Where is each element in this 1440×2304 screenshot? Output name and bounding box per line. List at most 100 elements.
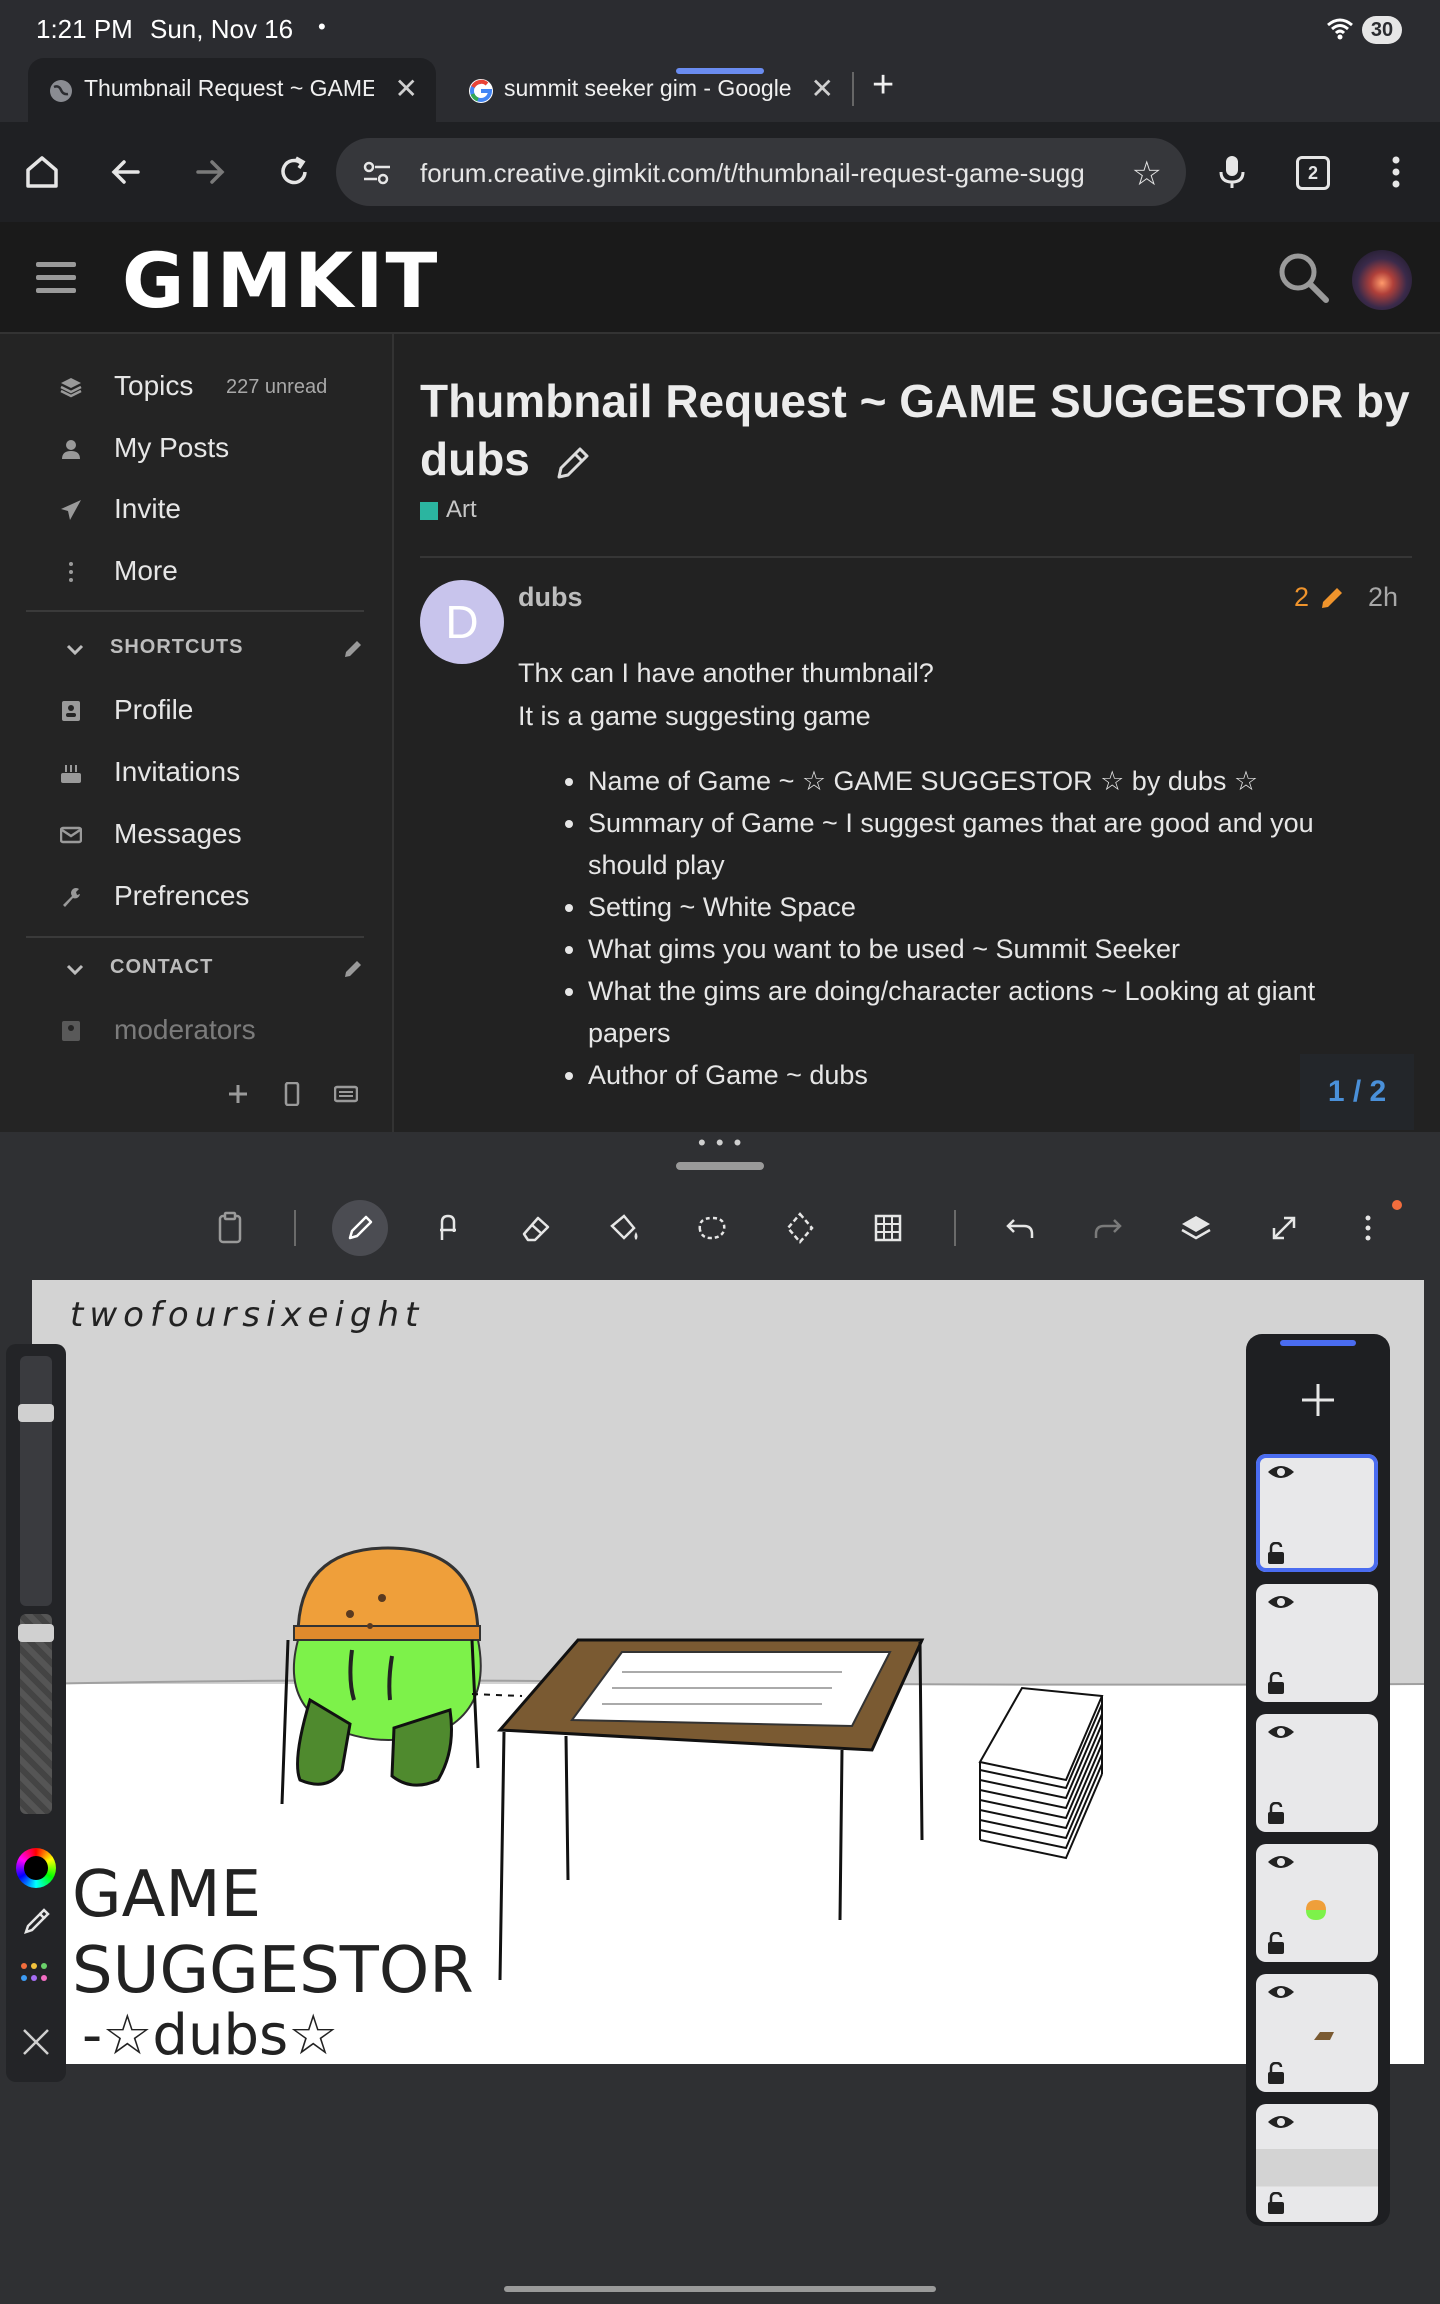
smudge-tool-icon[interactable] [420,1200,476,1256]
gimkit-logo[interactable]: GIMKIT [122,236,439,325]
layer-thumbnail[interactable] [1256,2104,1378,2222]
unlock-icon[interactable] [1266,1932,1286,1954]
sidebar-item-invitations[interactable]: Invitations [60,752,360,792]
post-age[interactable]: 2h [1368,582,1398,613]
tab-count-button[interactable]: 2 [1296,156,1330,190]
brush-tool-icon[interactable] [332,1200,388,1256]
sidebar-item-messages[interactable]: Messages [60,814,360,854]
layer-thumbnail[interactable] [1256,1454,1378,1572]
eye-icon[interactable] [1266,2112,1296,2132]
clipboard-icon[interactable] [202,1200,258,1256]
hamburger-menu-icon[interactable] [34,256,78,300]
sidebar-item-invite[interactable]: Invite [60,489,360,529]
mobile-view-icon[interactable] [280,1082,304,1106]
eyedropper-icon[interactable] [22,1906,52,1936]
sidebar-item-my-posts[interactable]: My Posts [60,428,360,468]
unlock-icon[interactable] [1266,2062,1286,2084]
window-grab-handle[interactable] [676,1162,764,1170]
post-line: It is a game suggesting game [518,701,871,731]
plus-icon[interactable] [226,1082,250,1106]
sidebar-item-moderators[interactable]: moderators [60,1010,360,1050]
opacity-slider[interactable] [18,1614,54,1814]
chevron-down-icon [64,958,86,980]
lasso-select-icon[interactable] [684,1200,740,1256]
layers-panel-icon[interactable] [1168,1200,1224,1256]
unlock-icon[interactable] [1266,1802,1286,1824]
edit-history-pencil-icon[interactable] [1318,584,1346,612]
search-icon[interactable] [1276,250,1330,304]
forum-header: GIMKIT [0,222,1440,334]
layer-thumbnail[interactable] [1256,1714,1378,1832]
site-settings-icon[interactable] [362,160,392,186]
sidebar-item-more[interactable]: More [60,551,360,591]
layer-thumbnail[interactable] [1256,1844,1378,1962]
sidebar-item-topics[interactable]: Topics 227 unread [60,366,360,406]
microphone-icon[interactable] [1210,150,1254,194]
opacity-thumb[interactable] [18,1624,54,1642]
tab-thumbnail-request[interactable]: Thumbnail Request ~ GAME SU ✕ [28,58,436,122]
layer-thumbnail[interactable] [1256,1584,1378,1702]
close-tab-icon[interactable]: ✕ [811,72,834,105]
reload-icon[interactable] [272,150,316,194]
pencil-icon[interactable] [342,638,364,660]
tab-title: Thumbnail Request ~ GAME SU [84,75,374,101]
sidebar-item-preferences[interactable]: Prefrences [60,876,360,916]
edit-title-pencil-icon[interactable] [553,443,593,483]
eye-icon[interactable] [1266,1462,1296,1482]
user-avatar[interactable] [1352,250,1412,310]
pencil-icon[interactable] [342,958,364,980]
post-username[interactable]: dubs [518,582,583,613]
canvas-title-line-2: SUGGESTOR [72,1934,474,2008]
grid-tool-icon[interactable] [860,1200,916,1256]
redo-icon[interactable] [1080,1200,1136,1256]
close-panel-icon[interactable] [20,2026,52,2058]
brush-size-thumb[interactable] [18,1404,54,1422]
contact-section-header[interactable]: CONTACT [64,954,364,984]
close-tab-icon[interactable]: ✕ [395,72,418,105]
new-tab-button[interactable]: + [872,64,894,107]
tab-google-search[interactable]: summit seeker gim - Google S ✕ [448,58,852,122]
eye-icon[interactable] [1266,1852,1296,1872]
palette-icon[interactable] [20,1960,52,1984]
menu-kebab-icon[interactable] [1374,150,1418,194]
unlock-icon[interactable] [1266,1542,1286,1564]
layers-panel-handle[interactable] [1280,1340,1356,1346]
home-indicator[interactable] [504,2286,936,2292]
paper-plane-icon [60,499,82,521]
drawing-canvas[interactable]: twofoursixeight GAME SUGGESTOR -☆dubs☆ [32,1280,1424,2064]
keyboard-icon[interactable] [334,1082,358,1106]
shortcuts-section-header[interactable]: SHORTCUTS [64,634,364,664]
unlock-icon[interactable] [1266,2192,1286,2214]
undo-icon[interactable] [992,1200,1048,1256]
eye-icon[interactable] [1266,1592,1296,1612]
post-progress-pager[interactable]: 1 / 2 [1300,1054,1414,1130]
more-options-icon[interactable] [1340,1200,1396,1256]
edit-count[interactable]: 2 [1294,582,1309,613]
transform-tool-icon[interactable] [772,1200,828,1256]
globe-icon [48,78,74,104]
tab-bar: Thumbnail Request ~ GAME SU ✕ summit see… [0,58,1440,122]
fill-bucket-icon[interactable] [596,1200,652,1256]
layer-thumbnail[interactable] [1256,1974,1378,2092]
forward-arrow-icon[interactable] [188,150,232,194]
brush-size-slider[interactable] [18,1356,54,1606]
sidebar-item-label: Topics [114,370,194,401]
home-icon[interactable] [20,150,64,194]
post-avatar[interactable]: D [420,580,504,664]
eye-icon[interactable] [1266,1982,1296,2002]
back-arrow-icon[interactable] [104,150,148,194]
unlock-icon[interactable] [1266,1672,1286,1694]
color-wheel-icon[interactable] [16,1848,56,1888]
fullscreen-icon[interactable] [1256,1200,1312,1256]
sidebar: Topics 227 unread My Posts Invite More S… [0,334,394,1132]
sidebar-item-profile[interactable]: Profile [60,690,360,730]
address-bar[interactable]: forum.creative.gimkit.com/t/thumbnail-re… [336,138,1186,206]
sky-background [32,1280,1424,1684]
bookmark-star-icon[interactable]: ☆ [1132,154,1162,194]
eraser-tool-icon[interactable] [508,1200,564,1256]
layer-preview [1312,2030,1336,2050]
add-layer-icon[interactable] [1298,1380,1338,1420]
wifi-icon [1326,18,1354,40]
browser-toolbar: forum.creative.gimkit.com/t/thumbnail-re… [0,122,1440,222]
eye-icon[interactable] [1266,1722,1296,1742]
